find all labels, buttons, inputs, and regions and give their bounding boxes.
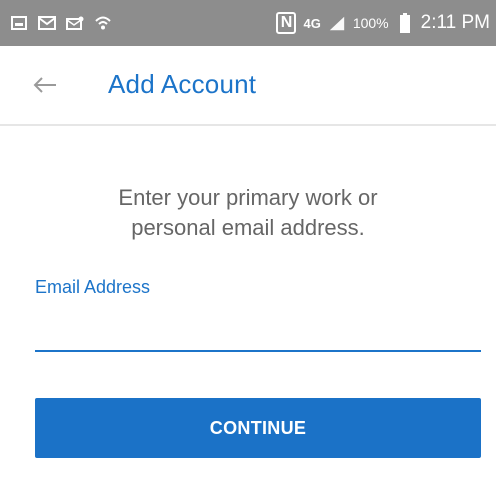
signal-icon xyxy=(328,15,346,31)
gallery-icon xyxy=(10,15,28,31)
status-bar: N 4G 100% 2:11 PM xyxy=(0,0,496,46)
email-field[interactable] xyxy=(35,308,481,352)
battery-icon xyxy=(396,13,414,33)
mail-icon xyxy=(38,15,56,31)
instruction-line-2: personal email address. xyxy=(131,215,365,240)
system-status: N 4G 100% 2:11 PM xyxy=(276,12,490,34)
battery-percent: 100% xyxy=(352,15,389,31)
continue-button[interactable]: CONTINUE xyxy=(35,398,481,458)
back-arrow-icon[interactable] xyxy=(30,70,60,100)
instruction-line-1: Enter your primary work or xyxy=(118,185,378,210)
email-label: Email Address xyxy=(35,277,151,297)
wifi-icon xyxy=(94,15,112,31)
app-bar: Add Account xyxy=(0,46,496,126)
nfc-icon: N xyxy=(276,12,297,34)
page-title: Add Account xyxy=(108,69,257,99)
instruction-text: Enter your primary work or personal emai… xyxy=(0,183,496,243)
email-icon xyxy=(66,15,84,31)
notification-icons xyxy=(10,15,112,31)
clock: 2:11 PM xyxy=(420,12,490,33)
network-type-label: 4G xyxy=(303,15,321,31)
